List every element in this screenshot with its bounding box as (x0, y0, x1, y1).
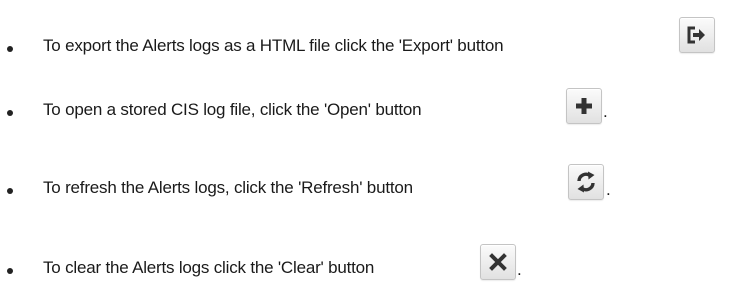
instruction-text: To open a stored CIS log file, click the… (43, 100, 422, 119)
trailing-period: . (606, 180, 611, 199)
trailing-period: . (517, 260, 522, 279)
trailing-period: . (603, 102, 608, 121)
list-item-clear: To clear the Alerts logs click the 'Clea… (0, 244, 740, 287)
list-item-export: To export the Alerts logs as a HTML file… (0, 17, 740, 58)
instruction-text: To export the Alerts logs as a HTML file… (43, 36, 504, 55)
list-item-refresh: To refresh the Alerts logs, click the 'R… (0, 164, 740, 207)
instruction-text: To clear the Alerts logs click the 'Clea… (43, 258, 375, 277)
list-item-open: To open a stored CIS log file, click the… (0, 88, 740, 130)
bullet (7, 46, 13, 52)
bullet (7, 188, 13, 194)
clear-button[interactable] (480, 244, 516, 280)
instruction-text: To refresh the Alerts logs, click the 'R… (43, 178, 413, 197)
export-button[interactable] (679, 17, 715, 53)
open-button[interactable] (566, 88, 602, 124)
refresh-button[interactable] (568, 164, 604, 200)
bullet (7, 110, 13, 116)
bullet (7, 268, 13, 274)
